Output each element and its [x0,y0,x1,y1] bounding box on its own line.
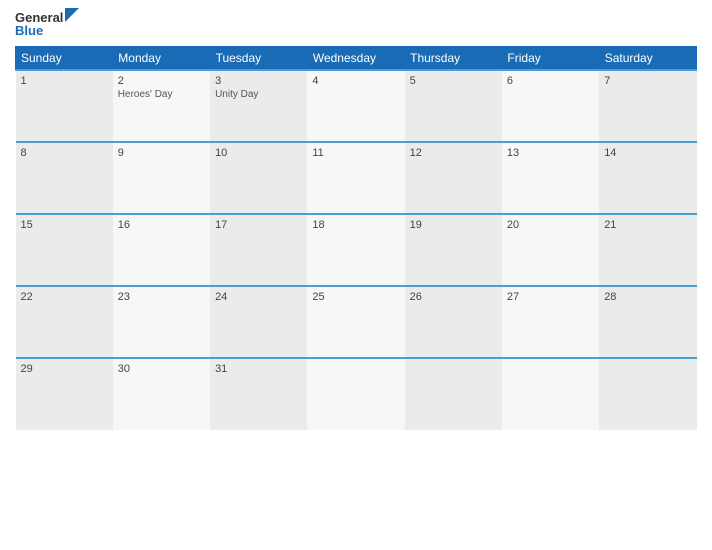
day-number: 21 [604,219,691,231]
calendar-week-row: 29 30 31 [16,358,697,430]
calendar-day-cell: 18 [307,214,404,286]
day-number: 26 [410,291,497,303]
day-number: 24 [215,291,302,303]
calendar-week-row: 89 10 11 12 13 14 [16,142,697,214]
calendar-week-row: 15 16 17 18 19 20 21 [16,214,697,286]
day-number: 13 [507,147,594,159]
calendar-day-cell: 16 [113,214,210,286]
weekday-header-cell: Monday [113,47,210,71]
calendar-day-cell: 21 [599,214,696,286]
calendar-day-cell: 29 [16,358,113,430]
calendar-day-cell: 24 [210,286,307,358]
calendar-day-cell [599,358,696,430]
page: General Blue SundayMondayTuesdayWednesda… [0,0,712,550]
weekday-header-cell: Wednesday [307,47,404,71]
header: General Blue [15,10,697,38]
calendar-day-cell [502,358,599,430]
calendar-day-cell: 26 [405,286,502,358]
weekday-header-cell: Sunday [16,47,113,71]
day-number: 3 [215,75,302,87]
day-number: 2 [118,75,205,87]
day-number: 12 [410,147,497,159]
calendar-day-cell: 30 [113,358,210,430]
calendar-day-cell: 4 [307,70,404,142]
day-number: 8 [21,147,108,159]
calendar-day-cell: 22 [16,286,113,358]
calendar-day-cell [405,358,502,430]
day-number: 10 [215,147,302,159]
calendar-day-cell: 10 [210,142,307,214]
calendar-day-cell: 31 [210,358,307,430]
day-number: 1 [21,75,108,87]
day-number: 9 [118,147,205,159]
calendar-day-cell: 9 [113,142,210,214]
logo: General Blue [15,10,79,38]
calendar-day-cell: 12 [405,142,502,214]
day-number: 25 [312,291,399,303]
calendar-table: SundayMondayTuesdayWednesdayThursdayFrid… [15,46,697,430]
weekday-header-cell: Tuesday [210,47,307,71]
weekday-header-cell: Friday [502,47,599,71]
day-number: 16 [118,219,205,231]
calendar-day-cell: 28 [599,286,696,358]
weekday-header-row: SundayMondayTuesdayWednesdayThursdayFrid… [16,47,697,71]
calendar-week-row: 12 Heroes' Day 3 Unity Day 4567 [16,70,697,142]
day-number: 17 [215,219,302,231]
day-number: 22 [21,291,108,303]
day-number: 5 [410,75,497,87]
day-number: 7 [604,75,691,87]
day-number: 15 [21,219,108,231]
day-event: Unity Day [215,89,302,100]
calendar-day-cell: 15 [16,214,113,286]
day-number: 14 [604,147,691,159]
day-number: 23 [118,291,205,303]
calendar-day-cell: 25 [307,286,404,358]
calendar-day-cell: 8 [16,142,113,214]
calendar-day-cell [307,358,404,430]
calendar-day-cell: 2 Heroes' Day [113,70,210,142]
logo-blue-text: Blue [15,23,43,38]
day-number: 6 [507,75,594,87]
day-number: 28 [604,291,691,303]
calendar-day-cell: 1 [16,70,113,142]
calendar-day-cell: 11 [307,142,404,214]
calendar-day-cell: 19 [405,214,502,286]
day-number: 19 [410,219,497,231]
day-number: 4 [312,75,399,87]
calendar-day-cell: 7 [599,70,696,142]
day-number: 11 [312,147,399,159]
calendar-day-cell: 14 [599,142,696,214]
weekday-header-cell: Saturday [599,47,696,71]
calendar-day-cell: 6 [502,70,599,142]
calendar-header: SundayMondayTuesdayWednesdayThursdayFrid… [16,47,697,71]
logo-triangle-icon [65,8,79,22]
day-number: 27 [507,291,594,303]
calendar-week-row: 22 23 24 25 26 27 28 [16,286,697,358]
calendar-body: 12Heroes' Day3Unity Day45678910111213141… [16,70,697,430]
day-number: 31 [215,363,302,375]
calendar-day-cell: 23 [113,286,210,358]
day-number: 20 [507,219,594,231]
calendar-day-cell: 5 [405,70,502,142]
calendar-day-cell: 3 Unity Day [210,70,307,142]
calendar-day-cell: 17 [210,214,307,286]
day-number: 18 [312,219,399,231]
calendar-day-cell: 27 [502,286,599,358]
calendar-day-cell: 13 [502,142,599,214]
day-number: 29 [21,363,108,375]
weekday-header-cell: Thursday [405,47,502,71]
day-number: 30 [118,363,205,375]
day-event: Heroes' Day [118,89,205,100]
calendar-day-cell: 20 [502,214,599,286]
